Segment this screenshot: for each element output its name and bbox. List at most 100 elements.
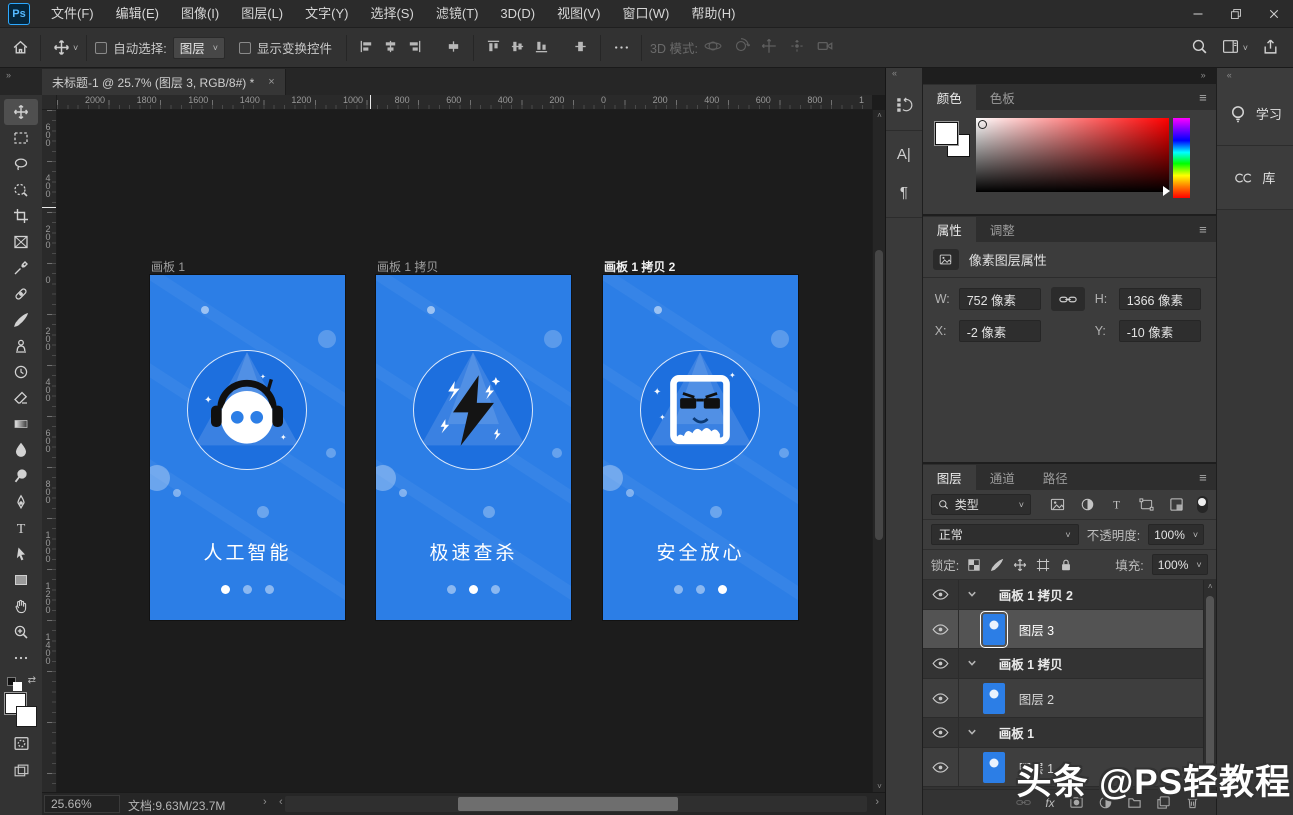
artboard-canvas[interactable]: 极速查杀: [376, 275, 571, 620]
roll-3d-icon[interactable]: [732, 37, 750, 58]
minimize-button[interactable]: [1179, 0, 1217, 27]
align-left-icon[interactable]: [359, 39, 374, 57]
history-panel-icon[interactable]: [889, 90, 919, 120]
status-arrow-left-icon[interactable]: ‹: [279, 796, 283, 808]
slide-3d-icon[interactable]: [788, 37, 806, 58]
icon-strip-collapse[interactable]: «: [886, 68, 922, 82]
scroll-right-icon[interactable]: ›: [875, 796, 879, 808]
move-tool[interactable]: [4, 99, 38, 125]
chevron-down-icon[interactable]: [967, 657, 977, 671]
hue-bar[interactable]: [1173, 118, 1190, 198]
swap-colors-icon[interactable]: ⇄: [6, 675, 36, 691]
tab-properties[interactable]: 属性: [923, 217, 976, 242]
healing-brush-tool[interactable]: [4, 281, 38, 307]
horizontal-scrollbar-thumb[interactable]: [458, 797, 678, 811]
layer-name[interactable]: 画板 1: [999, 723, 1034, 742]
workspace-icon[interactable]: [1222, 38, 1239, 58]
horizontal-scrollbar[interactable]: [285, 796, 867, 812]
align-center-horizontal-icon[interactable]: [383, 39, 398, 57]
pen-tool[interactable]: [4, 489, 38, 515]
vertical-ruler[interactable]: 6004002000200400600800100012001400: [42, 110, 57, 792]
frame-tool[interactable]: [4, 229, 38, 255]
libraries-panel-button[interactable]: 库: [1217, 146, 1293, 210]
visibility-eye-icon[interactable]: [923, 718, 959, 747]
type-tool[interactable]: T: [4, 515, 38, 541]
color-cursor[interactable]: [978, 120, 987, 129]
gradient-tool[interactable]: [4, 411, 38, 437]
distribute-vertical-icon[interactable]: [573, 39, 588, 57]
layer-name[interactable]: 图层 2: [1019, 689, 1054, 708]
lock-artboard-icon[interactable]: [1036, 558, 1050, 572]
layer-group-row[interactable]: 画板 1: [923, 718, 1203, 748]
align-bottom-icon[interactable]: [534, 39, 549, 57]
show-transform-checkbox[interactable]: [239, 42, 251, 54]
filter-adjustment-layers-icon[interactable]: [1077, 497, 1099, 512]
layer-row[interactable]: 图层 3: [923, 610, 1203, 649]
filter-shape-layers-icon[interactable]: [1136, 497, 1158, 512]
layer-filter-dropdown[interactable]: 类型 ˅: [931, 494, 1031, 515]
chevron-down-icon[interactable]: ˅: [1243, 43, 1248, 53]
visibility-eye-icon[interactable]: [923, 610, 959, 648]
artboard-label[interactable]: 画板 1: [151, 258, 185, 275]
foreground-color-swatch[interactable]: [935, 122, 958, 145]
hand-tool[interactable]: [4, 593, 38, 619]
close-tab-icon[interactable]: ×: [268, 76, 274, 88]
lock-transparency-icon[interactable]: [967, 558, 981, 572]
layer-thumbnail[interactable]: [983, 614, 1005, 645]
zoom-tool[interactable]: [4, 619, 38, 645]
chevron-down-icon[interactable]: [967, 588, 977, 602]
zoom-level-field[interactable]: 25.66%: [44, 795, 120, 813]
dodge-tool[interactable]: [4, 463, 38, 489]
learn-panel-button[interactable]: 学习: [1217, 82, 1293, 146]
ruler-corner[interactable]: [42, 95, 57, 110]
layer-name[interactable]: 图层 3: [1019, 620, 1054, 639]
lock-all-icon[interactable]: [1059, 558, 1073, 572]
close-button[interactable]: [1255, 0, 1293, 27]
tab-layers[interactable]: 图层: [923, 465, 976, 490]
panel-menu-icon[interactable]: ≡: [1199, 470, 1208, 485]
pasteboard[interactable]: 画板 1: [57, 110, 872, 792]
crop-tool[interactable]: [4, 203, 38, 229]
artboard-canvas[interactable]: ✦ ✦ ✦: [603, 275, 798, 620]
visibility-eye-icon[interactable]: [923, 580, 959, 609]
link-dimensions-icon[interactable]: [1051, 287, 1085, 311]
y-field[interactable]: -10 像素: [1119, 320, 1201, 342]
quick-mask-button[interactable]: [4, 731, 38, 755]
auto-select-checkbox[interactable]: [95, 42, 107, 54]
saturation-brightness-field[interactable]: [976, 118, 1169, 192]
more-options-icon[interactable]: [609, 36, 633, 60]
pan-3d-icon[interactable]: [760, 37, 778, 58]
artboard-2[interactable]: 画板 1 拷贝: [376, 275, 571, 620]
visibility-eye-icon[interactable]: [923, 649, 959, 678]
chevron-down-icon[interactable]: ˅: [73, 43, 78, 53]
status-arrow-right-icon[interactable]: ›: [263, 796, 267, 808]
screen-mode-button[interactable]: [4, 759, 38, 783]
menu-item-4[interactable]: 文字(Y): [294, 0, 359, 28]
lock-paint-icon[interactable]: [990, 558, 1004, 572]
blur-tool[interactable]: [4, 437, 38, 463]
clone-stamp-tool[interactable]: [4, 333, 38, 359]
panel-menu-icon[interactable]: ≡: [1199, 90, 1208, 105]
tab-swatches[interactable]: 色板: [976, 85, 1029, 110]
object-selection-tool[interactable]: [4, 177, 38, 203]
filter-toggle[interactable]: [1197, 496, 1208, 513]
lasso-tool[interactable]: [4, 151, 38, 177]
visibility-eye-icon[interactable]: [923, 679, 959, 717]
layer-name[interactable]: 画板 1 拷贝 2: [999, 585, 1073, 604]
paragraph-panel-icon[interactable]: ¶: [889, 177, 919, 207]
restore-button[interactable]: [1217, 0, 1255, 27]
layer-thumbnail[interactable]: [983, 683, 1005, 714]
x-field[interactable]: -2 像素: [959, 320, 1041, 342]
visibility-eye-icon[interactable]: [923, 748, 959, 786]
artboard-3[interactable]: 画板 1 拷贝 2: [603, 275, 798, 620]
character-panel-icon[interactable]: A|: [889, 139, 919, 169]
toolbar-collapse[interactable]: »: [0, 68, 42, 95]
artboard-label[interactable]: 画板 1 拷贝 2: [604, 258, 675, 275]
lock-position-icon[interactable]: [1013, 558, 1027, 572]
menu-item-1[interactable]: 编辑(E): [105, 0, 170, 28]
eraser-tool[interactable]: [4, 385, 38, 411]
menu-item-2[interactable]: 图像(I): [170, 0, 230, 28]
filter-pixel-layers-icon[interactable]: [1047, 497, 1069, 512]
menu-item-6[interactable]: 滤镜(T): [425, 0, 490, 28]
rectangle-tool[interactable]: [4, 567, 38, 593]
